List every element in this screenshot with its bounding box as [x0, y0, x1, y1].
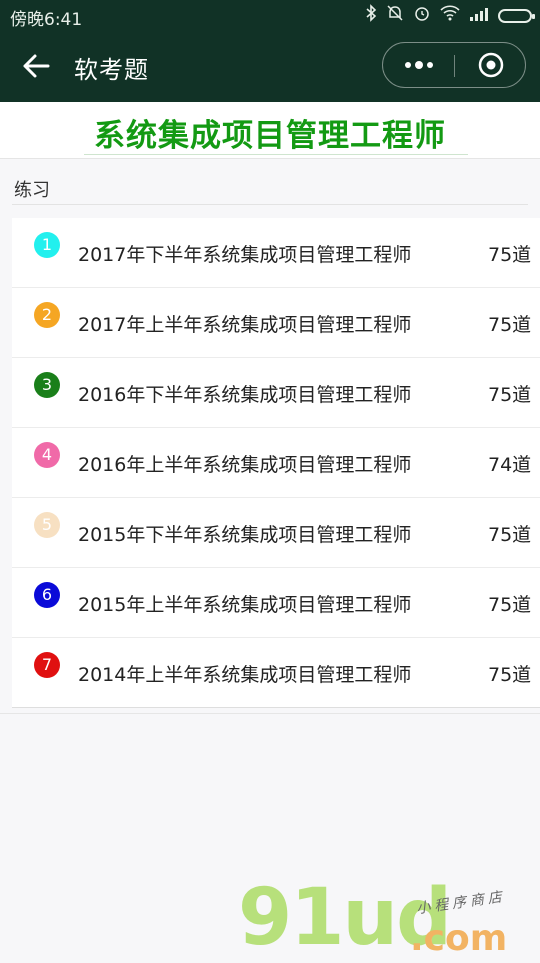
question-count: 74道 — [488, 454, 532, 476]
watermark-logo: 91ud .com 小程序商店 — [238, 878, 538, 960]
exam-row-2[interactable]: 2 2017年上半年系统集成项目管理工程师 75道 — [12, 288, 540, 358]
question-count: 75道 — [488, 594, 532, 616]
exam-title: 2017年下半年系统集成项目管理工程师 — [78, 244, 412, 266]
page-title: 软考题 — [74, 56, 149, 84]
battery-icon — [498, 8, 535, 23]
section-divider — [12, 204, 528, 205]
question-count: 75道 — [488, 384, 532, 406]
exam-row-6[interactable]: 6 2015年上半年系统集成项目管理工程师 75道 — [12, 568, 540, 638]
index-badge: 1 — [34, 232, 60, 258]
question-count: 75道 — [488, 314, 532, 336]
exam-row-4[interactable]: 4 2016年上半年系统集成项目管理工程师 74道 — [12, 428, 540, 498]
bluetooth-icon — [365, 4, 377, 27]
index-badge: 4 — [34, 442, 60, 468]
index-badge: 7 — [34, 652, 60, 678]
exam-title: 2015年下半年系统集成项目管理工程师 — [78, 524, 412, 546]
question-count: 75道 — [488, 524, 532, 546]
banner-underline — [84, 154, 468, 155]
capsule-divider — [454, 55, 455, 77]
miniprogram-close-icon[interactable] — [478, 52, 504, 78]
index-badge: 6 — [34, 582, 60, 608]
signal-icon — [469, 6, 489, 26]
watermark-suffix: .com — [410, 918, 508, 959]
section-label: 练习 — [14, 180, 50, 201]
exam-row-3[interactable]: 3 2016年下半年系统集成项目管理工程师 75道 — [12, 358, 540, 428]
header-banner: 系统集成项目管理工程师 — [0, 102, 540, 159]
miniprogram-capsule — [382, 42, 526, 88]
alarm-icon — [413, 4, 431, 27]
index-badge: 3 — [34, 372, 60, 398]
list-bottom-divider — [0, 713, 540, 714]
exam-row-5[interactable]: 5 2015年下半年系统集成项目管理工程师 75道 — [12, 498, 540, 568]
exam-title: 2014年上半年系统集成项目管理工程师 — [78, 664, 412, 686]
exam-title: 2017年上半年系统集成项目管理工程师 — [78, 314, 412, 336]
status-icons — [365, 4, 535, 27]
index-badge: 5 — [34, 512, 60, 538]
question-count: 75道 — [488, 664, 532, 686]
exam-list: 1 2017年下半年系统集成项目管理工程师 75道 2 2017年上半年系统集成… — [12, 218, 540, 708]
banner-title: 系统集成项目管理工程师 — [94, 118, 446, 154]
navigation-bar: 软考题 — [0, 30, 540, 102]
exam-title: 2015年上半年系统集成项目管理工程师 — [78, 594, 412, 616]
wifi-icon — [440, 5, 460, 26]
status-bar: 傍晚6:41 — [0, 0, 540, 30]
question-count: 75道 — [488, 244, 532, 266]
exam-row-1[interactable]: 1 2017年下半年系统集成项目管理工程师 75道 — [12, 218, 540, 288]
more-dots-icon[interactable] — [401, 53, 437, 77]
index-badge: 2 — [34, 302, 60, 328]
mute-icon — [386, 4, 404, 27]
exam-title: 2016年上半年系统集成项目管理工程师 — [78, 454, 412, 476]
exam-title: 2016年下半年系统集成项目管理工程师 — [78, 384, 412, 406]
arrow-left-icon[interactable] — [22, 52, 50, 80]
status-time: 傍晚6:41 — [10, 10, 83, 30]
exam-row-7[interactable]: 7 2014年上半年系统集成项目管理工程师 75道 — [12, 638, 540, 708]
